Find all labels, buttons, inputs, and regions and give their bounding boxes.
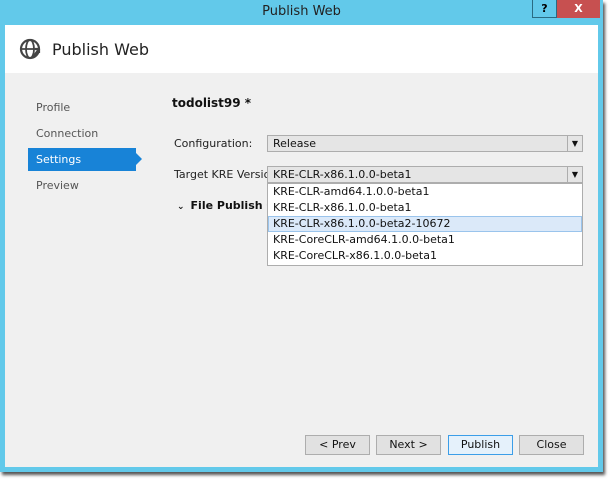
globe-publish-icon [19, 38, 41, 60]
publish-button[interactable]: Publish [448, 435, 513, 455]
dropdown-option[interactable]: KRE-CLR-x86.1.0.0-beta1 [268, 200, 582, 216]
dropdown-option[interactable]: KRE-CoreCLR-x86.1.0.0-beta1 [268, 248, 582, 264]
target-kre-dropdown-list: KRE-CLR-amd64.1.0.0-beta1 KRE-CLR-x86.1.… [267, 183, 583, 266]
target-kre-value: KRE-CLR-x86.1.0.0-beta1 [273, 168, 412, 181]
sidebar-item-settings[interactable]: Settings [28, 148, 142, 171]
dropdown-option[interactable]: KRE-CLR-amd64.1.0.0-beta1 [268, 184, 582, 200]
target-kre-select[interactable]: KRE-CLR-x86.1.0.0-beta1 ▼ [267, 166, 583, 183]
header-title: Publish Web [52, 40, 149, 59]
close-button[interactable]: Close [519, 435, 584, 455]
content-area: Profile Connection Settings Preview todo… [5, 73, 598, 467]
help-button[interactable]: ? [532, 0, 557, 18]
window-title: Publish Web [262, 4, 341, 19]
close-window-button[interactable]: X [557, 0, 600, 18]
chevron-down-icon[interactable]: ▼ [567, 167, 582, 182]
dropdown-option-highlighted[interactable]: KRE-CLR-x86.1.0.0-beta2-10672 [268, 216, 582, 232]
configuration-label: Configuration: [174, 137, 253, 150]
prev-button[interactable]: < Prev [305, 435, 370, 455]
sidebar-item-preview[interactable]: Preview [28, 174, 136, 197]
next-button[interactable]: Next > [376, 435, 441, 455]
publish-web-window: Publish Web ? X Publish Web Profile Conn… [0, 0, 603, 472]
header: Publish Web [5, 25, 598, 73]
chevron-down-icon[interactable]: ▼ [567, 136, 582, 151]
configuration-value: Release [273, 137, 316, 150]
sidebar-item-connection[interactable]: Connection [28, 122, 136, 145]
dropdown-option[interactable]: KRE-CoreCLR-amd64.1.0.0-beta1 [268, 232, 582, 248]
target-kre-label: Target KRE Version: [174, 168, 281, 181]
profile-name: todolist99 * [172, 96, 252, 110]
sidebar-item-profile[interactable]: Profile [28, 96, 136, 119]
configuration-select[interactable]: Release ▼ [267, 135, 583, 152]
chevron-down-icon: ⌄ [177, 202, 185, 212]
